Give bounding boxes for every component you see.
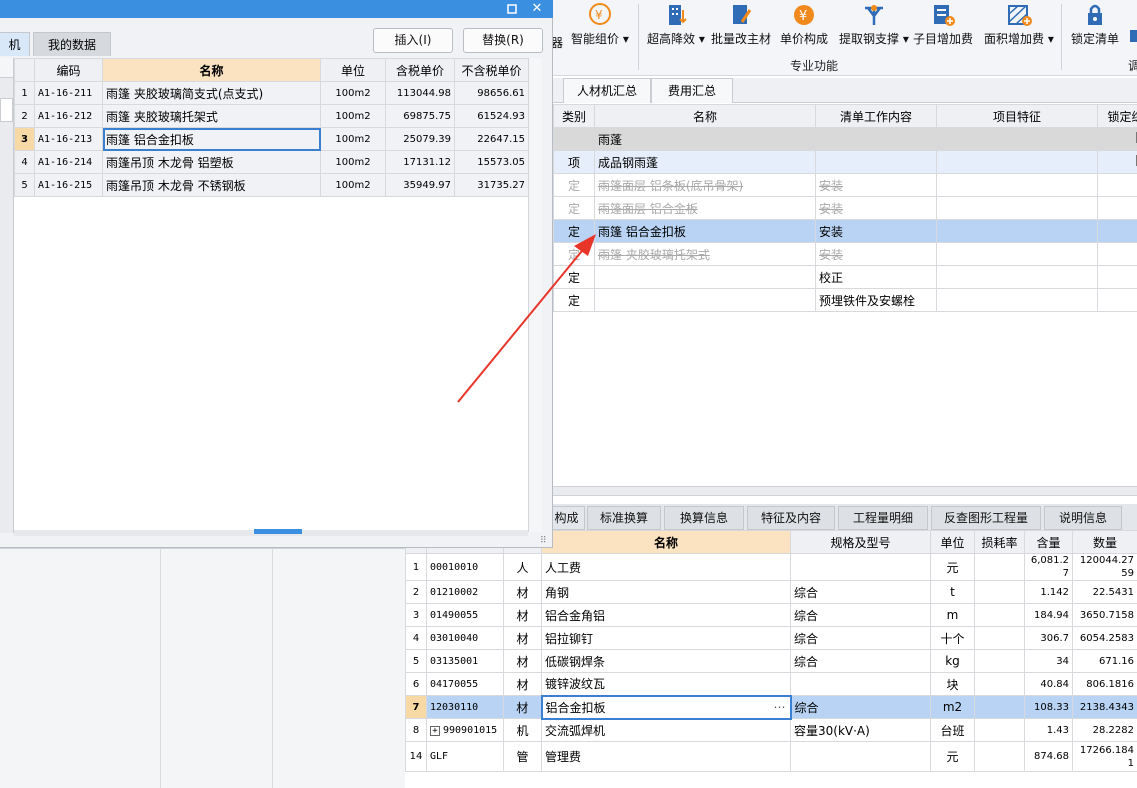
quota-table: 编码 名称 单位 含税单价 不含税单价 1 A1-16-211 雨篷 夹胶玻璃简… — [14, 58, 529, 197]
dialog-titlebar[interactable]: ✕ — [0, 0, 553, 18]
table-row[interactable]: 8 +990901015 机 交流弧焊机 容量30(kV·A) 台班 1.43 … — [405, 718, 1137, 742]
area-fee-button[interactable]: 面积增加费 ▾ — [984, 2, 1054, 50]
table-row[interactable]: 4 A1-16-214 雨篷吊顶 木龙骨 铝塑板 100m2 17131.12 … — [14, 150, 529, 174]
name-edit-cell[interactable]: 铝合金扣板 ⋯ — [540, 694, 792, 720]
splitter-handle[interactable] — [254, 529, 302, 534]
sub-item-fee-button[interactable]: 子目增加费 — [913, 2, 973, 50]
tab-standard-conversion[interactable]: 标准换算 — [587, 506, 661, 530]
table-row[interactable]: 定 校正 — [553, 265, 1137, 289]
smart-pricing-icon: ¥ — [587, 2, 613, 28]
table-row[interactable]: 2 A1-16-212 雨篷 夹胶玻璃托架式 100m2 69875.75 61… — [14, 104, 529, 128]
svg-text:¥: ¥ — [799, 9, 807, 24]
table-row[interactable]: 2 01210002 材 角钢 综合 t 1.142 22.5431 — [405, 580, 1137, 604]
unit-price-icon: ¥ — [791, 2, 817, 28]
resize-grip-icon[interactable]: ⠿ — [540, 536, 547, 546]
table-row[interactable]: 1 00010010 人 人工费 元 6,081.27 120044.2759 — [405, 553, 1137, 581]
header-lock[interactable]: 锁定综 — [1097, 104, 1137, 128]
table-row[interactable]: 定 雨篷面层 铝合金板 安装 — [553, 196, 1137, 220]
tab-my-data[interactable]: 我的数据 — [33, 32, 111, 56]
tab-reverse-lookup[interactable]: 反查图形工程量 — [931, 506, 1041, 530]
table-row[interactable]: 3 01490055 材 铝合金角铝 综合 m 184.94 3650.7158 — [405, 603, 1137, 627]
insert-button[interactable]: 插入(I) — [373, 28, 453, 53]
header-loss[interactable]: 损耗率 — [974, 530, 1025, 554]
main-tab-bar: 人材机汇总 费用汇总 — [553, 78, 1137, 103]
lock-list-button[interactable]: 锁定清单 — [1071, 2, 1119, 50]
ribbon-group-label-partial: 调 — [1128, 59, 1137, 73]
table-row[interactable]: 雨蓬 — [553, 127, 1137, 151]
panel-splitter[interactable] — [553, 486, 1137, 496]
svg-text:¥: ¥ — [595, 8, 603, 22]
table-row[interactable]: 5 A1-16-215 雨篷吊顶 木龙骨 不锈钢板 100m2 35949.97… — [14, 173, 529, 197]
header-price-tax[interactable]: 含税单价 — [385, 58, 455, 82]
area-fee-icon — [1006, 2, 1032, 28]
header-category[interactable]: 类别 — [553, 104, 595, 128]
steel-support-button[interactable]: 提取钢支撑 ▾ — [839, 2, 909, 50]
table-row[interactable]: 1 A1-16-211 雨篷 夹胶玻璃简支式(点支式) 100m2 113044… — [14, 81, 529, 105]
quota-lookup-dialog: ✕ 机 我的数据 插入(I) 替换(R) 编码 名称 单位 含税单价 不含税单价… — [0, 0, 553, 548]
header-price-notax[interactable]: 不含税单价 — [454, 58, 529, 82]
table-row[interactable]: 定 雨篷 夹胶玻璃托架式 安装 — [553, 242, 1137, 266]
tab-quantity-detail[interactable]: 工程量明细 — [838, 506, 928, 530]
header-amount[interactable]: 数量 — [1072, 530, 1137, 554]
main-list-table: 类别 名称 清单工作内容 项目特征 锁定综 雨蓬 项 成品钢雨蓬 定 雨篷面层 … — [553, 104, 1137, 312]
close-icon[interactable]: ✕ — [527, 0, 547, 18]
selected-name-cell[interactable]: 雨篷 铝合金扣板 — [102, 127, 321, 151]
table-row-selected[interactable]: 7 12030110 材 铝合金扣板 ⋯ 综合 m2 108.33 2138.43… — [405, 694, 1137, 720]
table-row[interactable]: 定 雨篷面层 铝条板(底吊骨架) 安装 — [553, 173, 1137, 197]
header-name[interactable]: 名称 — [594, 104, 816, 128]
header-unit[interactable]: 单位 — [930, 530, 975, 554]
left-panel-area — [0, 548, 405, 788]
header-name[interactable]: 名称 — [102, 58, 321, 82]
ribbon-group-label: 专业功能 — [790, 59, 839, 73]
table-row-selected[interactable]: 定 雨篷 铝合金扣板 安装 — [553, 219, 1137, 243]
header-feature[interactable]: 项目特征 — [936, 104, 1098, 128]
table-row[interactable]: 6 04170055 材 镀锌波纹瓦 块 40.84 806.1816 — [405, 672, 1137, 696]
lock-icon — [1082, 2, 1108, 28]
tab-fee-summary[interactable]: 费用汇总 — [651, 78, 733, 103]
tab-description[interactable]: 说明信息 — [1044, 506, 1122, 530]
sub-item-fee-icon — [930, 2, 956, 28]
table-row[interactable]: 14 GLF 管 管理费 元 874.68 17266.1841 — [405, 741, 1137, 772]
dialog-left-strip — [0, 58, 14, 533]
tab-features[interactable]: 特征及内容 — [747, 506, 835, 530]
header-spec[interactable]: 规格及型号 — [790, 530, 931, 554]
header-unit[interactable]: 单位 — [320, 58, 386, 82]
steel-support-icon — [861, 2, 887, 28]
table-row-selected[interactable]: 3 A1-16-213 雨篷 铝合金扣板 100m2 25079.39 2264… — [14, 127, 529, 151]
ribbon-toolbar: 器 ¥ 智能组价 ▾ 超高降效 ▾ 批量改主材 ¥ 单价构成 提取钢支撑 ▾ 子… — [551, 0, 1137, 76]
table-row[interactable]: 4 03010040 材 铝拉铆钉 综合 十个 306.7 6054.2583 — [405, 626, 1137, 650]
smart-pricing-button[interactable]: ¥ 智能组价 ▾ — [571, 2, 629, 50]
maximize-icon[interactable] — [502, 0, 522, 18]
tab-conversion-info[interactable]: 换算信息 — [664, 506, 744, 530]
partial-icon — [1130, 30, 1137, 42]
tab-composition[interactable]: 构成 — [549, 506, 585, 530]
table-row[interactable]: 项 成品钢雨蓬 — [553, 150, 1137, 174]
header-name[interactable]: 名称 — [541, 530, 791, 554]
tab-material-summary[interactable]: 人材机汇总 — [563, 78, 651, 103]
high-rise-icon — [663, 2, 689, 28]
unit-price-button[interactable]: ¥ 单价构成 — [780, 2, 828, 50]
header-work-content[interactable]: 清单工作内容 — [815, 104, 937, 128]
replace-button[interactable]: 替换(R) — [463, 28, 543, 53]
header-content[interactable]: 含量 — [1024, 530, 1073, 554]
header-code[interactable]: 编码 — [34, 58, 103, 82]
table-row[interactable]: 定 预埋铁件及安螺栓 — [553, 288, 1137, 312]
batch-material-icon — [728, 2, 754, 28]
vertical-scrollbar[interactable] — [528, 58, 542, 532]
table-row[interactable]: 5 03135001 材 低碳钢焊条 综合 kg 34 671.16 — [405, 649, 1137, 673]
ellipsis-button[interactable]: ⋯ — [774, 700, 786, 714]
resource-detail-table: 名称 规格及型号 单位 损耗率 含量 数量 1 00010010 人 人工费 元… — [405, 530, 1137, 772]
tab-machine[interactable]: 机 — [0, 32, 30, 56]
batch-material-button[interactable]: 批量改主材 — [711, 2, 771, 50]
high-rise-efficiency-button[interactable]: 超高降效 ▾ — [647, 2, 705, 50]
detail-tab-bar: 构成 标准换算 换算信息 特征及内容 工程量明细 反查图形工程量 说明信息 — [549, 504, 1137, 530]
expand-icon[interactable]: + — [430, 725, 440, 736]
